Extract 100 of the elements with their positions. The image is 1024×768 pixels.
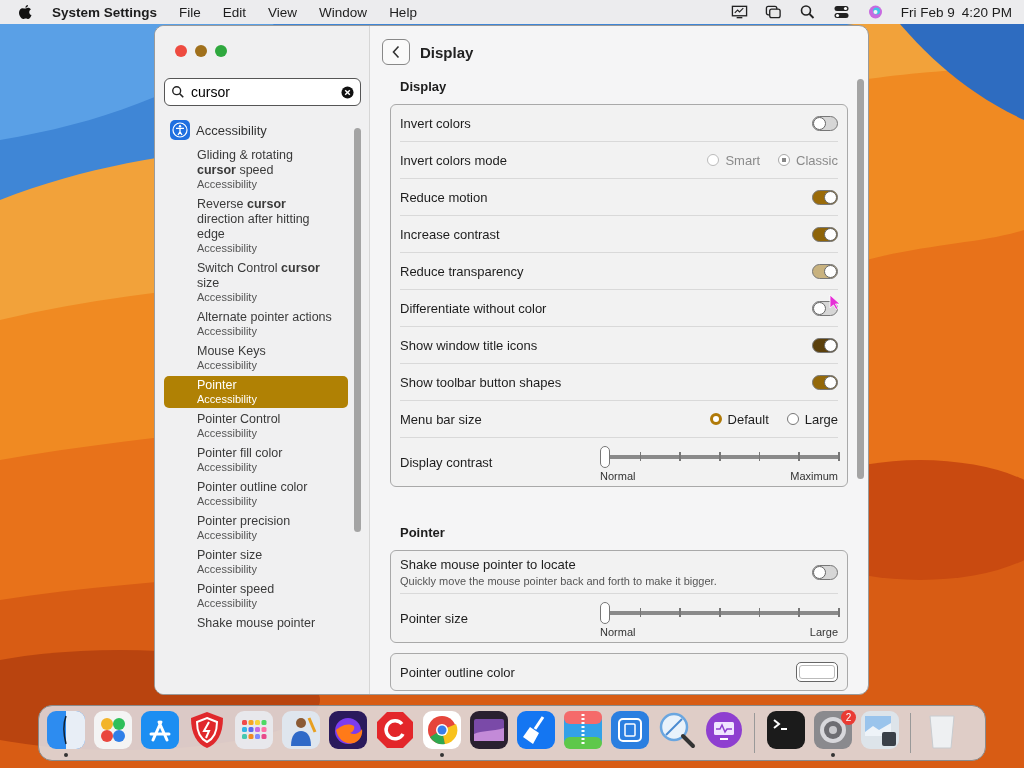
result-title: Pointer outline color — [197, 480, 309, 495]
search-result[interactable]: Pointer precision Accessibility — [164, 512, 348, 544]
result-category: Accessibility — [197, 178, 258, 191]
gear-icon[interactable] — [812, 709, 853, 750]
setting-label: Pointer outline color — [400, 664, 515, 680]
sidebar-category[interactable]: Accessibility — [164, 116, 348, 144]
broom-icon[interactable] — [515, 709, 556, 750]
accessibility-icon — [170, 120, 190, 140]
back-button[interactable] — [382, 39, 410, 65]
chevron-icon — [391, 45, 401, 59]
slider-min-label: Normal — [600, 470, 636, 482]
ring-icon[interactable] — [374, 709, 415, 750]
menu-item[interactable]: File — [179, 4, 201, 20]
clear-icon[interactable] — [341, 85, 354, 99]
color-well[interactable] — [796, 662, 838, 682]
search-result[interactable]: Pointer Accessibility — [164, 376, 348, 408]
setting-label: Differentiate without color — [400, 300, 547, 316]
result-title: Switch Control cursor size — [197, 261, 321, 291]
setting-description: Quickly move the mouse pointer back and forth to make it bigger. — [400, 575, 717, 587]
toggle-switch[interactable] — [812, 374, 838, 390]
setting-label: Increase contrast — [400, 226, 500, 242]
slider-max-label: Maximum — [790, 470, 838, 482]
search-field[interactable]: cursor — [164, 78, 361, 106]
terminal-icon[interactable] — [765, 709, 806, 750]
result-title: Pointer speed — [197, 582, 276, 597]
pointer-icon — [829, 294, 841, 310]
search-result[interactable]: Pointer speed Accessibility — [164, 580, 348, 612]
dots-icon[interactable] — [92, 709, 133, 750]
result-category: Accessibility — [197, 495, 258, 508]
menu-item[interactable]: View — [268, 4, 298, 20]
search-icon — [171, 85, 185, 99]
search-result[interactable]: Pointer fill color Accessibility — [164, 444, 348, 476]
radio-option[interactable]: Default — [709, 411, 769, 427]
setting-label: Menu bar size — [400, 411, 482, 427]
setting-label: Show window title icons — [400, 337, 538, 353]
result-title: Alternate pointer actions — [197, 310, 332, 325]
setting-label: Reduce motion — [400, 189, 488, 205]
slider-thumb[interactable] — [600, 602, 610, 624]
grid-icon[interactable] — [233, 709, 274, 750]
figure-icon[interactable] — [280, 709, 321, 750]
menu-item[interactable]: Window — [319, 4, 368, 20]
search-text[interactable]: cursor — [191, 84, 335, 100]
toggle-switch[interactable] — [812, 564, 838, 580]
scrollbar[interactable] — [354, 128, 361, 532]
result-title: Shake mouse pointer — [197, 616, 317, 631]
search-result[interactable]: Pointer Control Accessibility — [164, 410, 348, 442]
search-icon[interactable] — [798, 4, 816, 20]
result-category: Accessibility — [197, 427, 258, 440]
toggle-switch[interactable] — [812, 263, 838, 279]
search-result[interactable]: Pointer outline color Accessibility — [164, 478, 348, 510]
toggle-switch[interactable] — [812, 115, 838, 131]
result-title: Gliding & rotating cursor speed — [197, 148, 294, 178]
monitor-icon[interactable] — [703, 709, 744, 750]
close-button[interactable] — [175, 45, 187, 57]
search-result[interactable]: Switch Control cursor size Accessibility — [164, 259, 348, 306]
setting-label: Display contrast — [400, 454, 493, 470]
result-title: Pointer size — [197, 548, 264, 563]
result-category: Accessibility — [197, 325, 258, 338]
frame-icon[interactable] — [609, 709, 650, 750]
photo-icon[interactable] — [859, 709, 900, 750]
search-result[interactable]: Alternate pointer actions Accessibility — [164, 308, 348, 340]
slider-min-label: Normal — [600, 626, 636, 638]
zoom-button[interactable] — [215, 45, 227, 57]
setting-label: Show toolbar button shapes — [400, 374, 562, 390]
menu-item[interactable]: Help — [389, 4, 417, 20]
window-title: Display — [420, 43, 474, 61]
section-heading: Display — [399, 78, 448, 96]
orb-icon[interactable] — [866, 4, 884, 20]
app-menu[interactable]: System Settings — [52, 4, 158, 20]
screen-icon[interactable] — [468, 709, 509, 750]
control-center-icon[interactable] — [832, 4, 850, 20]
result-title: Pointer precision — [197, 514, 292, 529]
search-result[interactable]: Mouse Keys Accessibility — [164, 342, 348, 374]
search-result[interactable]: Reverse cursor direction after hitting edge Accessibility — [164, 195, 348, 257]
apple-icon[interactable] — [18, 4, 32, 20]
menu-bar-clock[interactable]: 4:20 PM — [961, 4, 1012, 20]
result-title: Pointer fill color — [197, 446, 284, 461]
slider-thumb[interactable] — [600, 446, 610, 468]
display-icon[interactable] — [730, 4, 748, 20]
minimize-button[interactable] — [195, 45, 207, 57]
toggle-switch[interactable] — [812, 189, 838, 205]
menu-bar-date[interactable]: Fri Feb 9 — [900, 4, 955, 20]
section-heading: Pointer — [399, 524, 446, 542]
radio-option[interactable]: Large — [786, 411, 838, 427]
result-title: Mouse Keys — [197, 344, 267, 359]
menu-item[interactable]: Edit — [222, 4, 247, 20]
search-result[interactable]: Shake mouse pointer — [164, 614, 348, 633]
search-result[interactable]: Gliding & rotating cursor speed Accessibility — [164, 146, 348, 193]
result-category: Accessibility — [197, 359, 258, 372]
toggle-switch[interactable] — [812, 337, 838, 353]
setting-label: Pointer size — [400, 610, 468, 626]
result-category: Accessibility — [197, 291, 258, 304]
toggle-switch[interactable] — [812, 226, 838, 242]
windows-icon[interactable] — [764, 4, 782, 20]
flame-globe-icon[interactable] — [327, 709, 368, 750]
scrollbar[interactable] — [857, 79, 864, 479]
search-result[interactable]: Pointer size Accessibility — [164, 546, 348, 578]
result-category: Accessibility — [197, 393, 258, 406]
setting-label: Reduce transparency — [400, 263, 524, 279]
result-title: Pointer — [197, 378, 238, 393]
